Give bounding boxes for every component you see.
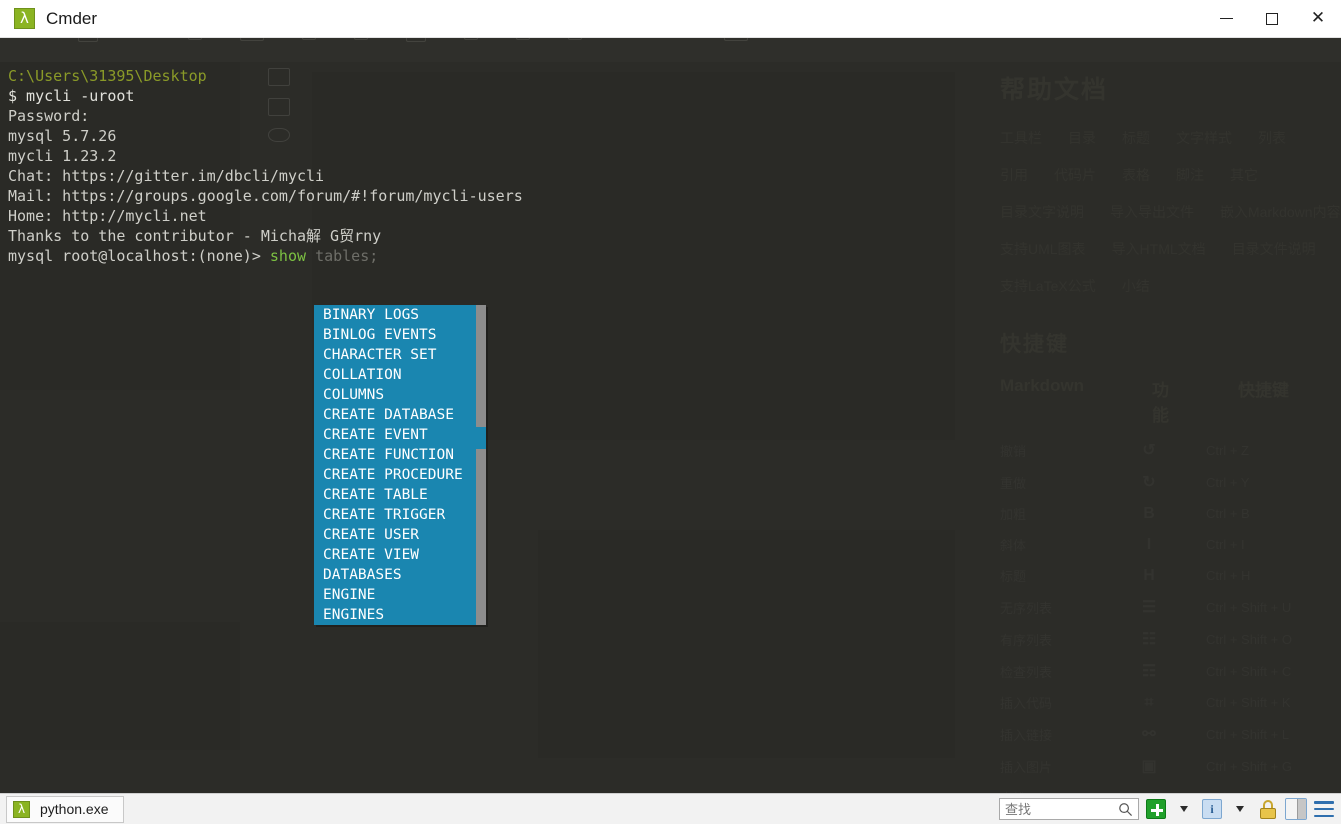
chevron-down-icon <box>1236 806 1244 812</box>
window-title: Cmder <box>46 8 98 28</box>
lambda-icon: λ <box>13 800 30 818</box>
terminal-segment: Thanks to the contributor - Micha解 G贸rny <box>8 227 382 245</box>
info-window-icon: i <box>1202 799 1222 819</box>
autocomplete-list[interactable]: BINARY LOGS BINLOG EVENTS CHARACTER SET COL… <box>314 305 474 625</box>
terminal-line: Password: <box>8 106 523 126</box>
minimize-button[interactable] <box>1203 0 1249 38</box>
lock-icon <box>1259 799 1277 819</box>
lambda-icon: λ <box>14 8 35 29</box>
minimize-icon <box>1219 17 1233 20</box>
autocomplete-item[interactable]: ENGINES <box>314 605 474 625</box>
terminal-line: C:\Users\31395\Desktop <box>8 66 523 86</box>
magnifier-icon <box>1119 803 1133 817</box>
terminal-line: mysql root@localhost:(none)> show tables… <box>8 246 523 266</box>
cmder-window: 帮助文档 工具栏 目录 标题 文字样式 列表 引用 代码片 表格 脚注 其它 目… <box>0 0 1341 824</box>
autocomplete-item[interactable]: DATABASES <box>314 565 474 585</box>
close-button[interactable]: ✕ <box>1295 0 1341 38</box>
terminal-segment: Home: http://mycli.net <box>8 207 207 225</box>
terminal-segment: Password: <box>8 107 90 125</box>
autocomplete-item[interactable]: COLLATION <box>314 365 474 385</box>
terminal-line: Home: http://mycli.net <box>8 206 523 226</box>
autocomplete-item[interactable]: CREATE FUNCTION <box>314 445 474 465</box>
taskbar-right-tools: i <box>999 798 1341 820</box>
console-tab-python[interactable]: λ python.exe <box>6 795 124 823</box>
autocomplete-item[interactable]: BINARY LOGS <box>314 305 474 325</box>
terminal-segment: C:\Users\31395\Desktop <box>8 67 207 85</box>
search-box[interactable] <box>999 798 1139 820</box>
autocomplete-item[interactable]: CHARACTER SET <box>314 345 474 365</box>
main-menu-button[interactable] <box>1313 798 1335 820</box>
autocomplete-item[interactable]: CREATE USER <box>314 525 474 545</box>
terminal-line: mycli 1.23.2 <box>8 146 523 166</box>
terminal-output: C:\Users\31395\Desktop $ mycli -uroot Pass… <box>8 66 523 266</box>
autocomplete-item[interactable]: CREATE EVENT <box>314 425 474 445</box>
split-pane-icon <box>1285 798 1307 820</box>
terminal-segment: tables; <box>315 247 379 265</box>
terminal-segment: $ mycli -uroot <box>8 87 135 105</box>
terminal-line: $ mycli -uroot <box>8 86 523 106</box>
autocomplete-item[interactable]: BINLOG EVENTS <box>314 325 474 345</box>
terminal-segment: mysql root@localhost:(none)> <box>8 247 270 265</box>
autocomplete-item[interactable]: CREATE TRIGGER <box>314 505 474 525</box>
info-button[interactable]: i <box>1201 798 1223 820</box>
autocomplete-item[interactable]: CREATE VIEW <box>314 545 474 565</box>
terminal-line: Mail: https://groups.google.com/forum/#!… <box>8 186 523 206</box>
terminal-area[interactable]: C:\Users\31395\Desktop $ mycli -uroot Pass… <box>0 38 1341 793</box>
terminal-segment: Chat: https://gitter.im/dbcli/mycli <box>8 167 325 185</box>
close-icon: ✕ <box>1310 8 1326 28</box>
cmder-taskbar: λ python.exe i <box>0 793 1341 824</box>
split-pane-button[interactable] <box>1285 798 1307 820</box>
info-dropdown[interactable] <box>1229 798 1251 820</box>
terminal-line: mysql 5.7.26 <box>8 126 523 146</box>
maximize-button[interactable] <box>1249 0 1295 38</box>
autocomplete-item[interactable]: CREATE PROCEDURE <box>314 465 474 485</box>
window-controls: ✕ <box>1203 0 1341 38</box>
new-console-button[interactable] <box>1145 798 1167 820</box>
autocomplete-scrollbar[interactable] <box>476 305 486 625</box>
terminal-segment: mysql 5.7.26 <box>8 127 117 145</box>
window-title-bar: λ Cmder ✕ <box>0 0 1341 38</box>
search-input[interactable] <box>1005 799 1117 819</box>
terminal-line: Chat: https://gitter.im/dbcli/mycli <box>8 166 523 186</box>
chevron-down-icon <box>1180 806 1188 812</box>
terminal-segment: show <box>269 247 316 265</box>
console-tab-label: python.exe <box>40 801 109 817</box>
autocomplete-item[interactable]: ENGINE <box>314 585 474 605</box>
autocomplete-dropdown[interactable]: BINARY LOGS BINLOG EVENTS CHARACTER SET COL… <box>314 305 486 625</box>
new-console-dropdown[interactable] <box>1173 798 1195 820</box>
autocomplete-item[interactable]: CREATE TABLE <box>314 485 474 505</box>
autocomplete-item[interactable]: COLUMNS <box>314 385 474 405</box>
hamburger-menu-icon <box>1314 801 1334 817</box>
terminal-segment: mycli 1.23.2 <box>8 147 117 165</box>
terminal-segment: Mail: https://groups.google.com/forum/#!… <box>8 187 523 205</box>
lock-button[interactable] <box>1257 798 1279 820</box>
autocomplete-item[interactable]: CREATE DATABASE <box>314 405 474 425</box>
green-plus-icon <box>1146 799 1166 819</box>
autocomplete-scrollbar-thumb[interactable] <box>476 427 486 449</box>
maximize-icon <box>1266 12 1278 25</box>
terminal-line: Thanks to the contributor - Micha解 G贸rny <box>8 226 523 246</box>
